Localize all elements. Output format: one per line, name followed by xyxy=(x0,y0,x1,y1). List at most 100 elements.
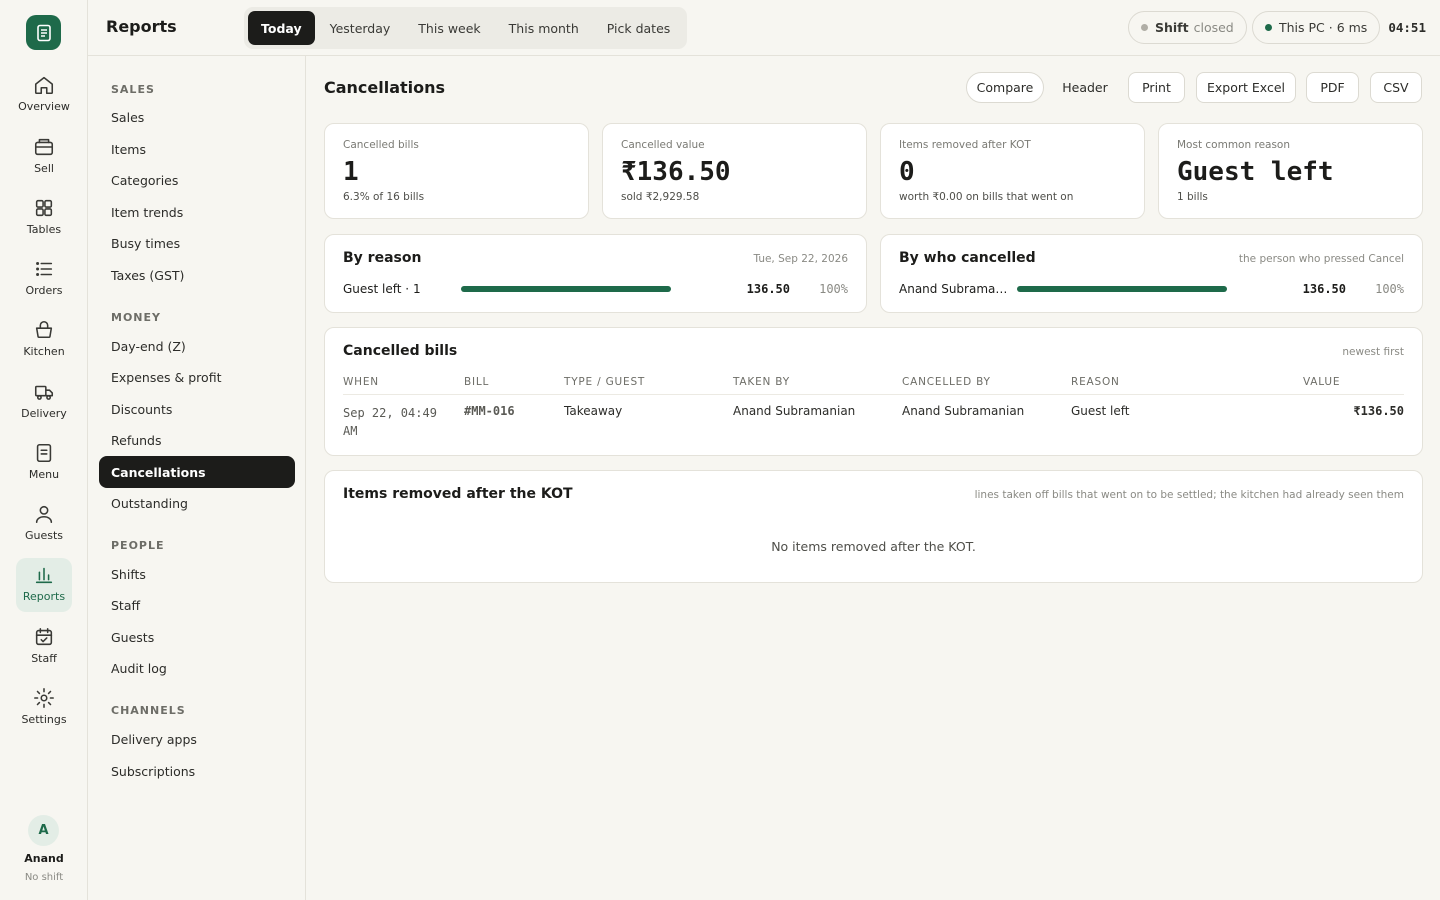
column-header: BILL xyxy=(464,376,490,388)
rail-item-staff[interactable]: Staff xyxy=(16,620,72,674)
column-header: TAKEN BY xyxy=(733,376,790,388)
nav-item-guests[interactable]: Guests xyxy=(99,621,295,653)
kpi-sub: 6.3% of 16 bills xyxy=(343,191,425,203)
user-name: Anand xyxy=(24,852,64,865)
print-button[interactable]: Print xyxy=(1128,72,1185,103)
nav-item-shifts[interactable]: Shifts xyxy=(99,558,295,590)
nav-item-item-trends[interactable]: Item trends xyxy=(99,196,295,228)
nav-item-outstanding[interactable]: Outstanding xyxy=(99,487,295,519)
card-title: By who cancelled xyxy=(899,250,1036,266)
card-note: Tue, Sep 22, 2026 xyxy=(753,253,849,265)
rail-item-sell[interactable]: Sell xyxy=(16,130,72,184)
range-tab-pick-dates[interactable]: Pick dates xyxy=(594,11,684,45)
empty-state: No items removed after the KOT. xyxy=(771,539,976,554)
rail-item-menu[interactable]: Menu xyxy=(16,436,72,490)
kpi-value: 1 xyxy=(343,157,359,187)
nav-item-busy-times[interactable]: Busy times xyxy=(99,227,295,259)
nav-item-sales[interactable]: Sales xyxy=(99,101,295,133)
nav-item-refunds[interactable]: Refunds xyxy=(99,424,295,456)
nav-item-taxes[interactable]: Taxes (GST) xyxy=(99,259,295,291)
nav-item-staff[interactable]: Staff xyxy=(99,589,295,621)
rail-label: Orders xyxy=(25,284,63,297)
bar-fill xyxy=(461,286,671,292)
rail-label: Delivery xyxy=(21,407,67,420)
device-status-pill[interactable]: This PC · 6 ms xyxy=(1252,11,1381,44)
items-removed-card: Items removed after the KOT lines taken … xyxy=(324,470,1423,583)
nav-item-audit-log[interactable]: Audit log xyxy=(99,652,295,684)
top-bar: Reports Today Yesterday This week This m… xyxy=(88,0,1440,56)
app-logo-icon[interactable] xyxy=(26,15,61,50)
device-latency: This PC · 6 ms xyxy=(1279,20,1368,35)
kpi-value: 0 xyxy=(899,157,915,187)
report-title: Cancellations xyxy=(324,78,446,97)
nav-item-delivery-apps[interactable]: Delivery apps xyxy=(99,723,295,755)
grid-icon xyxy=(35,199,53,217)
nav-item-cancellations[interactable]: Cancellations xyxy=(99,456,295,488)
menu-icon xyxy=(36,443,52,463)
compare-button[interactable]: Compare xyxy=(966,72,1044,103)
bar-row: Anand Subramanian 136.50 100% xyxy=(899,281,1404,299)
pdf-button[interactable]: PDF xyxy=(1306,72,1359,103)
range-tab-today[interactable]: Today xyxy=(248,11,315,45)
avatar[interactable]: A xyxy=(28,815,59,846)
kpi-value: Guest left xyxy=(1177,157,1334,187)
bar-track xyxy=(461,286,671,292)
bar-percent: 100% xyxy=(1375,282,1404,296)
kpi-label: Cancelled bills xyxy=(343,139,419,151)
cell-reason: Guest left xyxy=(1071,404,1130,418)
bar-row: Guest left · 1 136.50 100% xyxy=(343,281,848,299)
cell-type: Takeaway xyxy=(564,404,623,418)
nav-heading-channels: CHANNELS xyxy=(111,704,186,717)
list-icon xyxy=(36,261,53,277)
cell-value: ₹136.50 xyxy=(1353,404,1404,418)
reports-nav: SALES Sales Items Categories Item trends… xyxy=(88,56,306,900)
nav-item-expenses[interactable]: Expenses & profit xyxy=(99,361,295,393)
status-dot xyxy=(1265,24,1272,31)
rail-item-tables[interactable]: Tables xyxy=(16,191,72,245)
range-tab-this-month[interactable]: This month xyxy=(496,11,592,45)
shift-status-pill[interactable]: Shift closed xyxy=(1128,11,1247,44)
nav-item-categories[interactable]: Categories xyxy=(99,164,295,196)
rail-label: Settings xyxy=(21,713,67,726)
home-icon xyxy=(34,76,54,95)
nav-item-items[interactable]: Items xyxy=(99,133,295,165)
rail-item-kitchen[interactable]: Kitchen xyxy=(16,313,72,367)
rail-item-guests[interactable]: Guests xyxy=(16,497,72,551)
range-tab-this-week[interactable]: This week xyxy=(405,11,493,45)
nav-item-discounts[interactable]: Discounts xyxy=(99,393,295,425)
rail-label: Guests xyxy=(24,529,64,542)
export-excel-button[interactable]: Export Excel xyxy=(1196,72,1296,103)
rail-label: Tables xyxy=(26,223,62,236)
basket-icon xyxy=(35,320,53,339)
bar-label: Guest left · 1 xyxy=(343,282,421,296)
rail-item-overview[interactable]: Overview xyxy=(16,68,72,122)
card-note: newest first xyxy=(1342,346,1404,358)
kpi-label: Most common reason xyxy=(1177,139,1291,151)
nav-item-subscriptions[interactable]: Subscriptions xyxy=(99,755,295,787)
column-header: WHEN xyxy=(343,376,379,388)
nav-item-day-end[interactable]: Day-end (Z) xyxy=(99,330,295,362)
csv-button[interactable]: CSV xyxy=(1370,72,1422,103)
status-dot xyxy=(1141,24,1148,31)
rail-item-reports[interactable]: Reports xyxy=(16,558,72,612)
kpi-label: Items removed after KOT xyxy=(899,139,1031,151)
date-range-tabs: Today Yesterday This week This month Pic… xyxy=(244,7,688,49)
rail-item-delivery[interactable]: Delivery xyxy=(16,375,72,429)
rail-item-settings[interactable]: Settings xyxy=(16,681,72,735)
rail-label: Overview xyxy=(18,100,70,113)
rail-label: Reports xyxy=(22,590,66,603)
by-who-card: By who cancelled the person who pressed … xyxy=(880,234,1423,313)
rail-item-orders[interactable]: Orders xyxy=(16,252,72,306)
cell-taken-by: Anand Subramanian xyxy=(733,404,856,418)
app-rail: Overview Sell Tables Orders Kitchen Deli… xyxy=(0,0,88,900)
card-title: Items removed after the KOT xyxy=(343,486,573,502)
header-button[interactable]: Header xyxy=(1052,72,1118,103)
cell-bill[interactable]: #MM-016 xyxy=(464,404,515,418)
bar-fill xyxy=(1017,286,1227,292)
column-header: VALUE xyxy=(1303,376,1341,388)
cell-when: Sep 22, 04:49 AM xyxy=(343,406,437,438)
kpi-sub: worth ₹0.00 on bills that went on xyxy=(899,191,1074,203)
kpi-cancelled-bills: Cancelled bills 1 6.3% of 16 bills xyxy=(324,123,589,219)
rail-label: Menu xyxy=(28,468,60,481)
range-tab-yesterday[interactable]: Yesterday xyxy=(317,11,404,45)
